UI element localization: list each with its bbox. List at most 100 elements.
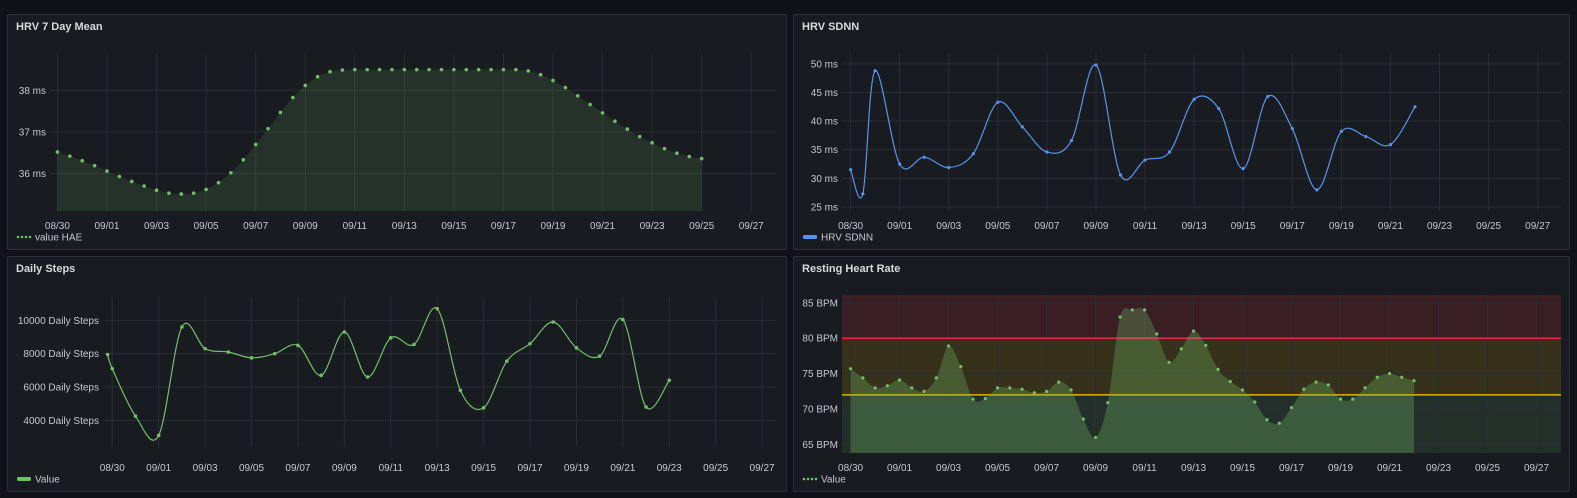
y-tick-label: 10000 Daily Steps — [18, 316, 99, 327]
data-point — [1130, 308, 1134, 312]
data-point — [971, 397, 975, 401]
x-tick-label: 09/01 — [146, 463, 171, 474]
x-tick-label: 08/30 — [838, 463, 863, 474]
data-point — [1363, 386, 1367, 390]
legend-swatch-dot — [810, 477, 814, 481]
data-point — [216, 180, 221, 185]
data-point — [402, 67, 407, 72]
data-point — [278, 110, 283, 115]
data-point — [959, 364, 963, 369]
data-point — [650, 141, 654, 145]
data-point — [897, 378, 902, 382]
data-point — [377, 67, 382, 72]
x-tick-label: 09/19 — [540, 221, 565, 232]
legend: Value — [802, 475, 846, 486]
x-tick-label: 09/23 — [657, 463, 682, 474]
legend-swatch — [803, 235, 817, 239]
x-tick-label: 09/05 — [239, 463, 264, 474]
x-tick-label: 09/03 — [936, 221, 961, 232]
data-point — [538, 72, 543, 77]
data-point — [528, 341, 532, 346]
data-point — [514, 67, 518, 72]
y-tick-label: 45 ms — [811, 88, 838, 99]
data-point — [1008, 386, 1012, 390]
data-point — [501, 67, 506, 72]
data-point — [575, 94, 580, 98]
x-tick-label: 09/25 — [703, 463, 728, 474]
data-point — [946, 344, 951, 348]
y-tick-label: 70 BPM — [802, 405, 838, 416]
data-point — [613, 119, 617, 123]
data-point — [621, 317, 625, 322]
data-point — [947, 165, 951, 170]
data-point — [873, 386, 877, 390]
data-point — [1069, 388, 1073, 392]
data-point — [253, 142, 258, 147]
panel-resting-heart-rate: Resting Heart Rate 65 BPM 70 BPM 75 BPM 80 … — [793, 256, 1570, 492]
data-point — [922, 155, 926, 159]
data-point — [1289, 406, 1294, 410]
data-point — [68, 154, 72, 158]
data-point — [898, 162, 902, 166]
x-tick-label: 09/23 — [1427, 221, 1452, 232]
chart-resting-heart-rate: 65 BPM 70 BPM 75 BPM 80 BPM 85 BPM 08/30 09/01… — [802, 295, 1561, 486]
chart-daily-steps: 4000 Daily Steps 6000 Daily Steps 8000 Dai… — [17, 297, 776, 486]
data-point — [1045, 150, 1049, 154]
y-tick-label: 80 BPM — [802, 334, 838, 345]
legend-swatch-dot — [806, 477, 810, 481]
legend-label[interactable]: Value — [35, 475, 60, 486]
data-point — [637, 134, 642, 139]
x-tick-label: 09/13 — [1182, 221, 1207, 232]
data-point — [687, 154, 692, 159]
data-point — [922, 389, 926, 393]
data-point — [1155, 332, 1159, 336]
data-point — [848, 367, 853, 371]
data-point — [291, 95, 295, 100]
data-point — [414, 67, 419, 72]
data-point — [1338, 397, 1343, 401]
legend-swatch-dot — [16, 235, 20, 239]
data-point — [971, 152, 975, 156]
legend: Value — [17, 475, 60, 486]
data-point — [1315, 188, 1319, 192]
data-point — [191, 191, 196, 195]
data-point — [226, 350, 231, 354]
data-point — [1143, 158, 1147, 162]
data-point — [1094, 63, 1098, 67]
y-tick-label: 8000 Daily Steps — [23, 349, 99, 360]
data-point — [1253, 400, 1257, 404]
x-tick-label: 08/30 — [838, 221, 863, 232]
data-point — [551, 78, 555, 83]
chart-hrv-7-day-mean: 36 ms 37 ms 38 ms 08/30 09/01 09/03 09/05 09/07… — [16, 53, 776, 244]
data-point — [873, 69, 877, 73]
data-point — [266, 126, 270, 131]
data-point — [340, 68, 345, 72]
data-point — [154, 188, 159, 193]
data-point — [328, 69, 332, 74]
legend-label[interactable]: value HAE — [35, 233, 83, 244]
data-point — [1106, 401, 1110, 405]
data-point — [476, 67, 481, 72]
x-tick-label: 09/05 — [985, 221, 1010, 232]
data-point — [133, 414, 138, 418]
legend-swatch-dot — [28, 235, 32, 239]
data-point — [55, 150, 60, 154]
data-point — [625, 127, 630, 131]
data-point — [1388, 142, 1393, 147]
data-point — [229, 170, 233, 175]
x-tick-label: 09/09 — [1083, 221, 1108, 232]
legend-label[interactable]: HRV SDNN — [821, 233, 873, 244]
x-tick-label: 09/27 — [1525, 221, 1550, 232]
x-tick-label: 09/15 — [471, 463, 496, 474]
x-tick-label: 09/09 — [1083, 463, 1108, 474]
y-tick-label: 25 ms — [811, 202, 838, 213]
data-point — [1081, 417, 1085, 421]
legend-label[interactable]: Value — [821, 475, 846, 486]
data-point — [1118, 315, 1122, 319]
data-point — [1118, 173, 1123, 177]
data-point — [464, 67, 469, 72]
data-point — [1032, 391, 1036, 395]
x-tick-label: 09/21 — [1378, 221, 1403, 232]
data-point — [117, 174, 122, 179]
data-point — [600, 111, 605, 115]
